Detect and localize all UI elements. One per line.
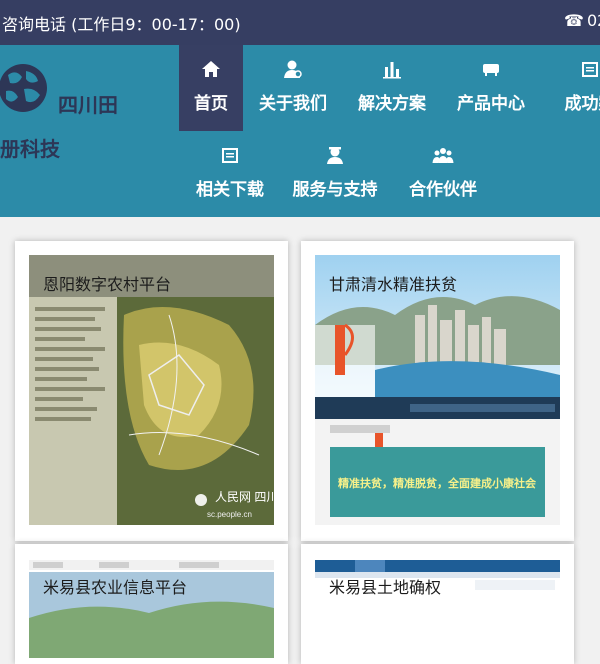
case-thumbnail: 人民网 四川频道 sc.people.cn bbox=[29, 255, 274, 525]
nav-label: 首页 bbox=[194, 94, 228, 114]
watermark-url: sc.people.cn bbox=[207, 510, 252, 519]
case-title: 米易县农业信息平台 bbox=[43, 574, 187, 598]
partners-icon bbox=[403, 145, 483, 169]
bars-icon bbox=[350, 59, 434, 83]
nav-item-products[interactable]: 产品中心 bbox=[449, 45, 533, 131]
case-title: 米易县土地确权 bbox=[329, 574, 441, 598]
nav-item-about[interactable]: 关于我们 bbox=[253, 45, 333, 131]
nav-label: 相关下载 bbox=[196, 180, 264, 200]
nav-item-downloads[interactable]: 相关下载 bbox=[188, 131, 272, 217]
hotline-text: 咨询电话 (工作日9：00-17：00) bbox=[2, 11, 241, 35]
nav-label: 成功案 bbox=[565, 94, 600, 114]
nav-label: 服务与支持 bbox=[293, 180, 378, 200]
nav-item-support[interactable]: 服务与支持 bbox=[287, 131, 383, 217]
case-title: 恩阳数字农村平台 bbox=[43, 271, 171, 295]
globe-logo-icon bbox=[0, 63, 48, 113]
case-thumbnail bbox=[29, 558, 274, 658]
case-card[interactable]: 米易县土地确权 bbox=[301, 544, 574, 664]
main-navbar: 四川田 册科技 首页 关于我们 解决方案 产品中心 成功案 bbox=[0, 45, 600, 217]
watermark-text: 人民网 四川频道 bbox=[215, 490, 274, 504]
support-icon bbox=[287, 145, 383, 169]
thumb-banner-text: 精准扶贫，精准脱贫，全面建成小康社会 bbox=[338, 476, 537, 490]
case-thumbnail: 精准扶贫，精准脱贫，全面建成小康社会 bbox=[315, 255, 560, 525]
phone-text: 02 bbox=[587, 11, 600, 30]
nav-label: 产品中心 bbox=[457, 94, 525, 114]
nav-item-partners[interactable]: 合作伙伴 bbox=[403, 131, 483, 217]
home-icon bbox=[179, 59, 243, 83]
nav-item-home[interactable]: 首页 bbox=[179, 45, 243, 131]
user-icon bbox=[253, 59, 333, 83]
case-grid: 人民网 四川频道 sc.people.cn 恩阳数字农村平台 bbox=[0, 217, 600, 600]
nav-label: 关于我们 bbox=[259, 94, 327, 114]
logo-text-line2: 册科技 bbox=[0, 133, 60, 162]
case-card[interactable]: 人民网 四川频道 sc.people.cn 恩阳数字农村平台 bbox=[15, 241, 288, 541]
case-card[interactable]: 米易县农业信息平台 bbox=[15, 544, 288, 664]
case-title: 甘肃清水精准扶贫 bbox=[329, 271, 457, 295]
nav-item-cases[interactable]: 成功案 bbox=[548, 45, 600, 131]
nav-item-solutions[interactable]: 解决方案 bbox=[350, 45, 434, 131]
phone-number[interactable]: ☎02 bbox=[564, 11, 600, 30]
company-logo[interactable]: 四川田 册科技 bbox=[0, 59, 180, 149]
phone-icon: ☎ bbox=[564, 11, 584, 30]
case-card[interactable]: 精准扶贫，精准脱贫，全面建成小康社会 甘肃清水精准扶贫 bbox=[301, 241, 574, 541]
case-thumbnail bbox=[315, 558, 560, 658]
logo-text-line1: 四川田 bbox=[58, 89, 118, 118]
case-icon bbox=[548, 59, 600, 83]
download-icon bbox=[188, 145, 272, 169]
nav-label: 合作伙伴 bbox=[409, 180, 477, 200]
nav-label: 解决方案 bbox=[358, 94, 426, 114]
top-bar: 咨询电话 (工作日9：00-17：00) ☎02 bbox=[0, 0, 600, 45]
box-icon bbox=[449, 59, 533, 83]
